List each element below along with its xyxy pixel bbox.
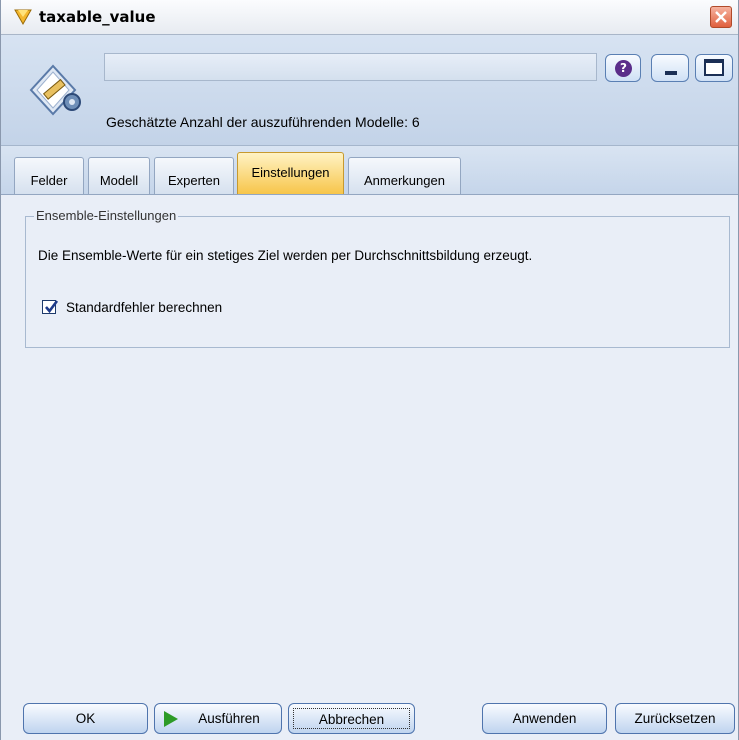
reset-button[interactable]: Zurücksetzen — [615, 703, 735, 734]
tab-felder[interactable]: Felder — [14, 157, 84, 194]
help-button[interactable]: ? — [605, 54, 641, 82]
settings-panel: Ensemble-Einstellungen Die Ensemble-Wert… — [1, 194, 738, 701]
tab-experten[interactable]: Experten — [154, 157, 234, 194]
close-button[interactable] — [710, 6, 732, 28]
reset-label: Zurücksetzen — [634, 711, 716, 726]
ensemble-description: Die Ensemble-Werte für ein stetiges Ziel… — [38, 248, 533, 263]
model-count-text: Geschätzte Anzahl der auszuführenden Mod… — [106, 114, 420, 130]
standard-error-label[interactable]: Standardfehler berechnen — [66, 300, 222, 315]
close-icon — [715, 11, 727, 23]
window-title: taxable_value — [39, 8, 156, 26]
checkmark-icon — [45, 300, 59, 314]
minimize-icon — [665, 71, 677, 75]
minimize-button[interactable] — [651, 54, 689, 82]
apply-label: Anwenden — [512, 711, 577, 726]
node-name-input[interactable] — [104, 53, 597, 81]
button-bar: OK Ausführen Abbrechen Anwenden Zurückse… — [1, 700, 738, 740]
play-icon — [164, 711, 178, 727]
title-bar[interactable]: taxable_value — [1, 0, 738, 35]
run-label: Ausführen — [198, 711, 260, 726]
ensemble-settings-group: Ensemble-Einstellungen Die Ensemble-Wert… — [25, 208, 730, 348]
run-button[interactable]: Ausführen — [154, 703, 282, 734]
diamond-node-icon — [14, 9, 32, 26]
ok-label: OK — [75, 711, 96, 726]
cancel-label: Abbrechen — [293, 708, 410, 729]
dialog-window: taxable_value ? Geschätzte Anzahl der au… — [0, 0, 739, 740]
tab-strip: Felder Modell Experten Einstellungen Anm… — [1, 146, 738, 194]
group-title: Ensemble-Einstellungen — [34, 208, 179, 223]
standard-error-checkbox[interactable] — [42, 300, 59, 314]
ruler-gear-node-icon — [29, 64, 81, 116]
tab-modell[interactable]: Modell — [88, 157, 150, 194]
tab-einstellungen[interactable]: Einstellungen — [237, 152, 344, 194]
apply-button[interactable]: Anwenden — [482, 703, 607, 734]
ok-button[interactable]: OK — [23, 703, 148, 734]
tab-anmerkungen[interactable]: Anmerkungen — [348, 157, 461, 194]
maximize-button[interactable] — [695, 54, 733, 82]
help-icon: ? — [615, 60, 632, 77]
cancel-button[interactable]: Abbrechen — [288, 703, 415, 734]
maximize-icon — [704, 59, 724, 76]
